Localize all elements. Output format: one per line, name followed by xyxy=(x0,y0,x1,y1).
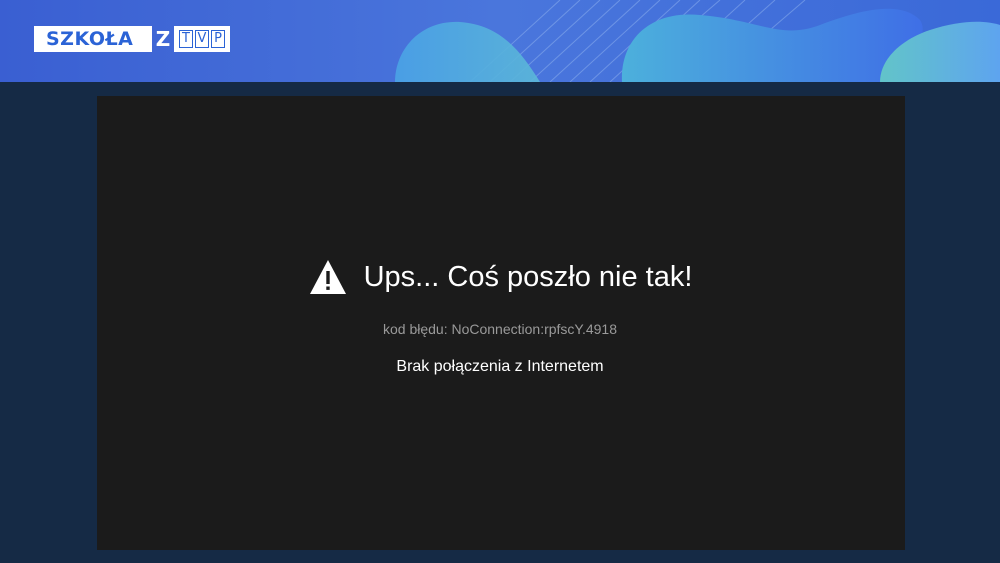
tvp-letter-t: T xyxy=(179,30,193,48)
site-header: SZKOŁA Z T V P xyxy=(0,0,1000,82)
tvp-logo: T V P xyxy=(174,26,230,52)
logo-szkola-text: SZKOŁA xyxy=(34,26,152,52)
error-title: Ups... Coś poszło nie tak! xyxy=(363,261,693,293)
logo-z-text: Z xyxy=(155,27,171,51)
szkola-z-tvp-logo[interactable]: SZKOŁA Z T V P xyxy=(34,26,230,52)
error-code: kod błędu: NoConnection:rpfscY.4918 xyxy=(382,321,617,337)
error-message: Brak połączenia z Internetem xyxy=(396,358,604,375)
tvp-letter-p: P xyxy=(211,30,225,48)
error-heading: Ups... Coś poszło nie tak! xyxy=(0,257,1000,297)
tvp-letter-v: V xyxy=(195,30,209,48)
warning-icon xyxy=(309,260,346,294)
